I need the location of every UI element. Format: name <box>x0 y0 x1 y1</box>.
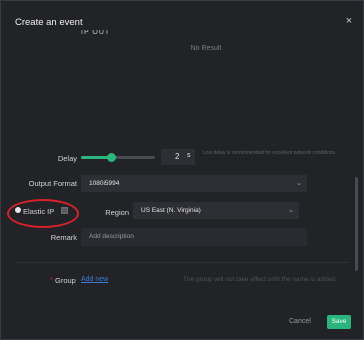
region-label: Region <box>105 208 129 217</box>
annotation-circle <box>7 199 79 228</box>
group-label: Group <box>55 276 76 285</box>
close-icon[interactable]: × <box>343 15 355 27</box>
remark-placeholder: Add description <box>89 233 134 240</box>
region-value: US East (N. Virginia) <box>141 207 201 214</box>
delay-hint: Low delay is recommended for excellent n… <box>203 150 337 156</box>
empty-state-text: No Result <box>190 45 222 52</box>
output-format-label: Output Format <box>28 179 77 188</box>
region-select[interactable]: US East (N. Virginia) ⌄ <box>133 202 299 219</box>
create-event-dialog: Create an event × IP OUT No Result Delay… <box>0 0 364 340</box>
output-format-select[interactable]: 1080i5994 ⌄ <box>81 175 307 192</box>
delay-unit: s <box>187 152 191 159</box>
clipped-section-label: IP OUT <box>81 30 111 36</box>
add-new-group-link[interactable]: Add new <box>81 276 108 283</box>
scrollbar[interactable] <box>355 177 358 271</box>
output-format-value: 1080i5994 <box>89 180 120 187</box>
chevron-down-icon: ⌄ <box>296 180 302 187</box>
delay-slider[interactable] <box>81 153 155 162</box>
group-hint: The group will not take effect until the… <box>183 276 337 283</box>
chevron-down-icon: ⌄ <box>288 207 294 214</box>
dialog-title: Create an event <box>15 17 83 28</box>
delay-input[interactable]: 2 s <box>161 149 195 165</box>
delay-slider-handle[interactable] <box>106 153 116 162</box>
delay-value: 2 <box>175 152 180 161</box>
save-button[interactable]: Save <box>327 315 351 329</box>
remark-label: Remark <box>50 233 77 242</box>
divider <box>15 262 349 263</box>
required-marker: * <box>50 277 53 284</box>
remark-input[interactable]: Add description <box>81 228 307 246</box>
cancel-button[interactable]: Cancel <box>289 318 311 325</box>
delay-label: Delay <box>57 154 77 163</box>
